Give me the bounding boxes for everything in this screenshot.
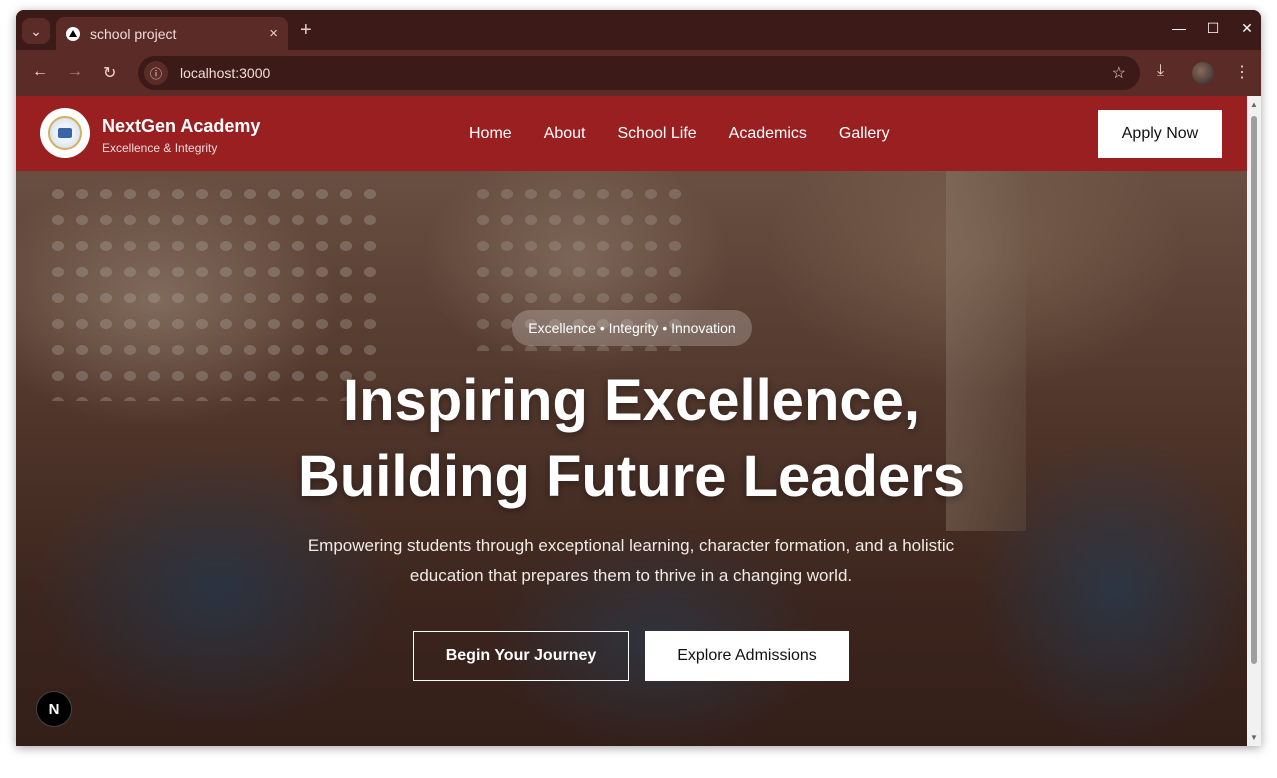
brand-name[interactable]: NextGen Academy (102, 116, 260, 137)
web-page: NextGen Academy Excellence & Integrity H… (16, 96, 1247, 746)
forward-icon[interactable]: → (67, 63, 83, 81)
nav-link-academics[interactable]: Academics (729, 125, 807, 143)
scroll-down-icon[interactable]: ▼ (1250, 733, 1258, 742)
address-bar[interactable]: ⓘ localhost:3000 ☆ (138, 56, 1140, 90)
url-text[interactable]: localhost:3000 (180, 65, 1112, 81)
scroll-up-icon[interactable]: ▲ (1250, 100, 1258, 109)
nav-link-about[interactable]: About (544, 125, 586, 143)
page-scrollbar[interactable]: ▲ ▼ (1247, 96, 1261, 746)
back-icon[interactable]: ← (32, 63, 48, 81)
browser-toolbar: ← → ↻ ⓘ localhost:3000 ☆ ⤓ ⋮ (16, 50, 1261, 96)
download-icon[interactable]: ⤓ (1157, 62, 1164, 80)
nav-link-school-life[interactable]: School Life (618, 125, 697, 143)
favicon-icon (66, 26, 80, 41)
close-tab-icon[interactable]: × (269, 25, 278, 42)
hero-section: Excellence • Integrity • Innovation Insp… (16, 171, 1247, 746)
tab-search-button[interactable]: ⌄ (22, 18, 50, 44)
tab-strip: ⌄ school project × + — ☐ ✕ (16, 10, 1261, 50)
nav-link-home[interactable]: Home (469, 125, 512, 143)
close-window-icon[interactable]: ✕ (1239, 20, 1255, 37)
hero-badge: Excellence • Integrity • Innovation (512, 310, 752, 346)
site-info-icon[interactable]: ⓘ (144, 61, 168, 85)
profile-avatar[interactable] (1192, 62, 1214, 84)
browser-window: ⌄ school project × + — ☐ ✕ ← → ↻ ⓘ local… (16, 10, 1261, 746)
school-logo[interactable] (40, 108, 90, 158)
hero-subtext: Empowering students through exceptional … (307, 536, 955, 585)
brand-tagline: Excellence & Integrity (102, 141, 218, 155)
bookmark-star-icon[interactable]: ☆ (1112, 63, 1126, 83)
hero-headline: Inspiring Excellence, Building Future Le… (16, 363, 1247, 515)
minimize-icon[interactable]: — (1171, 20, 1187, 37)
nextjs-dev-badge[interactable]: N (36, 691, 72, 727)
headline-line-2: Building Future Leaders (297, 444, 966, 509)
nav-links: Home About School Life Academics Gallery (469, 125, 890, 143)
window-controls: — ☐ ✕ (1171, 20, 1255, 37)
crest-icon (48, 116, 82, 150)
begin-journey-button[interactable]: Begin Your Journey (413, 631, 629, 681)
scroll-thumb[interactable] (1251, 116, 1257, 664)
explore-admissions-button[interactable]: Explore Admissions (645, 631, 849, 681)
page-viewport: NextGen Academy Excellence & Integrity H… (16, 96, 1261, 746)
new-tab-icon[interactable]: + (300, 19, 312, 42)
site-navbar: NextGen Academy Excellence & Integrity H… (16, 96, 1247, 171)
tab-title: school project (90, 25, 177, 42)
browser-menu-icon[interactable]: ⋮ (1234, 62, 1250, 82)
chevron-down-icon: ⌄ (30, 22, 42, 39)
browser-tab[interactable]: school project × (56, 17, 288, 50)
reload-icon[interactable]: ↻ (103, 63, 116, 83)
apply-now-button[interactable]: Apply Now (1098, 110, 1222, 158)
headline-line-1: Inspiring Excellence, (343, 368, 920, 433)
maximize-icon[interactable]: ☐ (1205, 20, 1221, 37)
nav-link-gallery[interactable]: Gallery (839, 125, 890, 143)
